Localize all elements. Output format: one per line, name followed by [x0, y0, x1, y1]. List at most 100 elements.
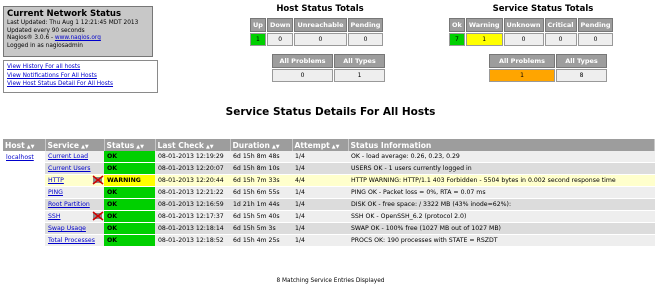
service-ok-header[interactable]: Ok: [449, 18, 465, 32]
view-history-link[interactable]: View History For all hosts: [7, 63, 154, 72]
col-last-check-label: Last Check: [157, 140, 204, 150]
attempt-cell: 1/4: [292, 162, 348, 175]
service-cell: PING: [45, 186, 104, 199]
status-cell: OK: [104, 198, 155, 211]
host-all-problems-header[interactable]: All Problems: [272, 54, 333, 68]
last-check-cell: 08-01-2013 12:17:37: [155, 210, 230, 223]
attempt-cell: 1/4: [292, 151, 348, 163]
table-row: SSH OK 08-01-2013 12:17:37 6d 15h 5m 40s…: [3, 210, 655, 223]
service-summary-table: All Problems All Types 1 8: [488, 53, 608, 83]
status-cell: OK: [104, 151, 155, 163]
view-host-status-link[interactable]: View Host Status Detail For All Hosts: [7, 80, 154, 89]
service-ok-count: 7: [449, 33, 465, 46]
service-cell: HTTP: [45, 174, 104, 187]
host-all-types-header[interactable]: All Types: [334, 54, 385, 68]
status-cell: OK: [104, 234, 155, 247]
service-link-root-partition[interactable]: Root Partition: [48, 201, 90, 208]
status-cell: WARNING: [104, 174, 155, 187]
nagios-link[interactable]: www.nagios.org: [55, 35, 101, 41]
col-service-header[interactable]: Service ▲▼: [45, 139, 105, 151]
attempt-cell: 1/4: [292, 210, 348, 223]
col-status-label: Status: [106, 140, 135, 150]
col-last-check-header[interactable]: Last Check ▲▼: [155, 139, 231, 151]
col-attempt-header[interactable]: Attempt ▲▼: [292, 139, 349, 151]
attempt-cell: 1/4: [292, 222, 348, 235]
host-link-localhost[interactable]: localhost: [6, 154, 34, 161]
status-info-cell: PING OK - Packet loss = 0%, RTA = 0.07 m…: [348, 186, 655, 199]
service-cell: Total Processes: [45, 234, 104, 247]
last-check-cell: 08-01-2013 12:16:59: [155, 198, 230, 211]
current-network-status-box: Current Network Status Last Updated: Thu…: [3, 6, 153, 57]
table-row: Root Partition OK 08-01-2013 12:16:59 1d…: [3, 198, 655, 211]
status-cell: OK: [104, 162, 155, 175]
host-totals-title: Host Status Totals: [276, 4, 364, 14]
service-link-current-users[interactable]: Current Users: [48, 165, 91, 172]
col-host-header[interactable]: Host ▲▼: [3, 139, 46, 151]
last-check-cell: 08-01-2013 12:19:29: [155, 151, 230, 163]
host-down-header[interactable]: Down: [266, 18, 294, 32]
service-cell: Current Users: [45, 162, 104, 175]
notifications-disabled-icon[interactable]: [92, 175, 104, 185]
sort-arrows-icon[interactable]: ▲▼: [27, 144, 35, 150]
host-unreachable-header[interactable]: Unreachable: [294, 18, 347, 32]
service-totals-title: Service Status Totals: [492, 4, 594, 14]
service-link-http[interactable]: HTTP: [48, 177, 64, 184]
version-text: Nagios® 3.0.6 -: [7, 35, 55, 42]
sort-arrows-icon[interactable]: ▲▼: [272, 144, 280, 150]
last-check-cell: 08-01-2013 12:20:07: [155, 162, 230, 175]
host-summary-table: All Problems All Types 0 1: [271, 53, 386, 83]
host-down-count: 0: [266, 33, 294, 46]
service-critical-header[interactable]: Critical: [544, 18, 577, 32]
status-info-cell: DISK OK - free space: / 3322 MB (43% ino…: [348, 198, 655, 211]
matching-entries-count: 8 Matching Service Entries Displayed: [276, 278, 385, 284]
duration-cell: 6d 15h 7m 33s: [230, 174, 292, 187]
service-link-swap-usage[interactable]: Swap Usage: [48, 225, 86, 232]
col-status-header[interactable]: Status ▲▼: [104, 139, 156, 151]
col-host-label: Host: [5, 140, 25, 150]
service-link-total-processes[interactable]: Total Processes: [48, 237, 95, 244]
view-notifications-link[interactable]: View Notifications For All Hosts: [7, 72, 154, 81]
table-header-row: Host ▲▼ Service ▲▼ Status ▲▼ Last Check ▲▼ D…: [3, 139, 655, 151]
nav-links-box: View History For all hosts View Notifica…: [3, 60, 158, 93]
status-info-cell: SWAP OK - 100% free (1027 MB out of 1027…: [348, 222, 655, 235]
sort-arrows-icon[interactable]: ▲▼: [136, 144, 144, 150]
host-all-problems-count: 0: [272, 69, 333, 82]
service-cell: Root Partition: [45, 198, 104, 211]
service-all-types-header[interactable]: All Types: [556, 54, 607, 68]
sort-arrows-icon[interactable]: ▲▼: [206, 144, 214, 150]
attempt-cell: 1/4: [292, 198, 348, 211]
service-link-ping[interactable]: PING: [48, 189, 63, 196]
duration-cell: 6d 15h 4m 25s: [230, 234, 292, 247]
service-pending-header[interactable]: Pending: [577, 18, 614, 32]
duration-cell: 6d 15h 5m 40s: [230, 210, 292, 223]
service-cell: SSH: [45, 210, 104, 223]
service-all-problems-count: 1: [489, 69, 555, 82]
host-pending-header[interactable]: Pending: [347, 18, 384, 32]
sort-arrows-icon[interactable]: ▲▼: [81, 144, 89, 150]
service-warning-header[interactable]: Warning: [465, 18, 503, 32]
table-row: Swap Usage OK 08-01-2013 12:18:14 6d 15h…: [3, 222, 655, 235]
service-cell: Swap Usage: [45, 222, 104, 235]
service-link-current-load[interactable]: Current Load: [48, 153, 88, 160]
service-link-ssh[interactable]: SSH: [48, 213, 61, 220]
last-check-cell: 08-01-2013 12:20:44: [155, 174, 230, 187]
status-cell: OK: [104, 222, 155, 235]
host-up-count: 1: [250, 33, 266, 46]
host-up-header[interactable]: Up: [250, 18, 266, 32]
sort-arrows-icon[interactable]: ▲▼: [332, 144, 340, 150]
notifications-disabled-icon[interactable]: [92, 211, 104, 221]
duration-cell: 6d 15h 8m 48s: [230, 151, 292, 163]
service-unknown-count: 0: [503, 33, 544, 46]
service-unknown-header[interactable]: Unknown: [503, 18, 544, 32]
service-totals-table: Ok Warning Unknown Critical Pending 7 1 …: [448, 17, 615, 47]
service-status-table: Host ▲▼ Service ▲▼ Status ▲▼ Last Check ▲▼ D…: [3, 139, 655, 247]
attempt-cell: 4/4: [292, 174, 348, 187]
attempt-cell: 1/4: [292, 234, 348, 247]
service-all-problems-header[interactable]: All Problems: [489, 54, 555, 68]
col-service-label: Service: [47, 140, 80, 150]
col-duration-header[interactable]: Duration ▲▼: [230, 139, 293, 151]
service-warning-count: 1: [465, 33, 503, 46]
duration-cell: 1d 21h 1m 44s: [230, 198, 292, 211]
version-line: Nagios® 3.0.6 - www.nagios.org: [7, 35, 149, 43]
logged-in-user: Logged in as nagiosadmin: [7, 42, 83, 49]
